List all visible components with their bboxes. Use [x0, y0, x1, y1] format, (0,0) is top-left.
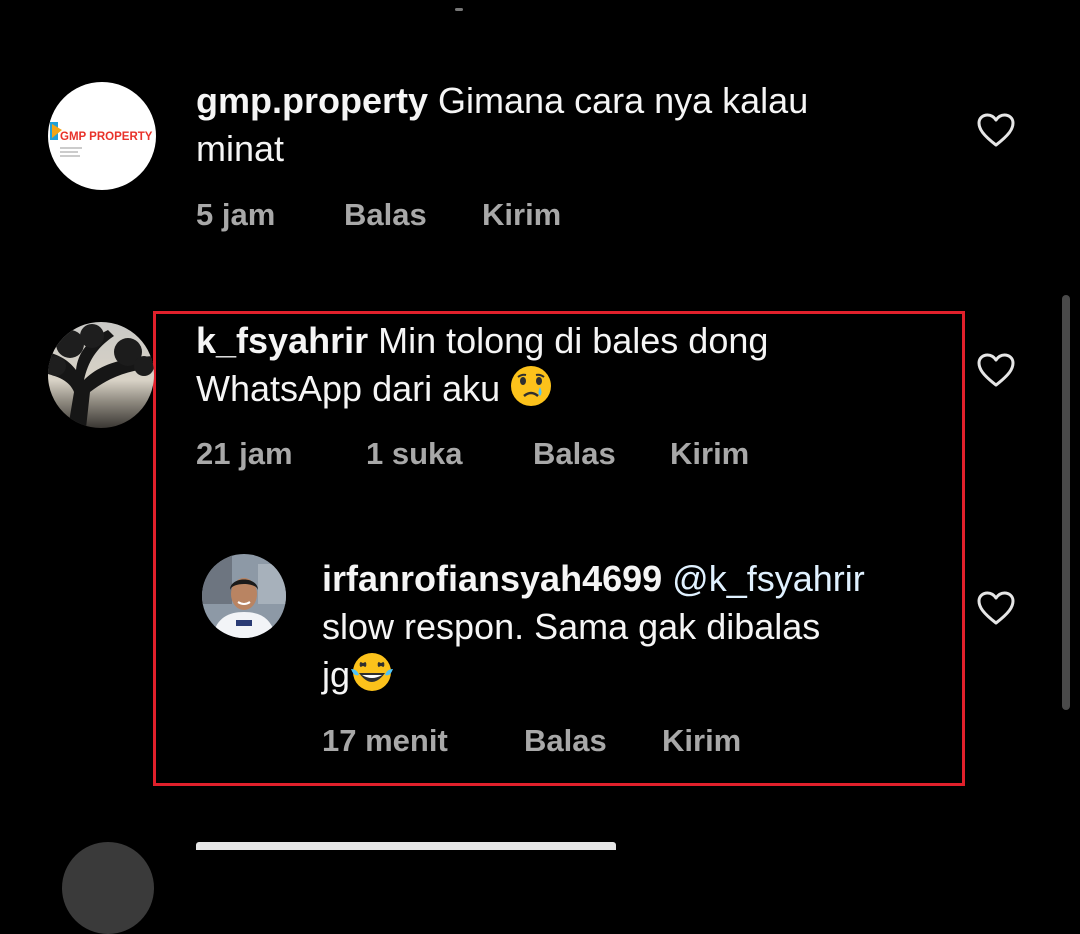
comment-text: slow respon. Sama gak dibalas: [322, 606, 821, 647]
comment-time: 5 jam: [196, 197, 276, 232]
send-button[interactable]: Kirim: [482, 197, 561, 233]
heart-outline-icon[interactable]: [977, 353, 1015, 387]
comment-username[interactable]: k_fsyahrir: [196, 320, 368, 361]
avatar-tree-photo: [48, 322, 154, 428]
comment-text-continued: jg: [322, 654, 351, 695]
comment-actions: 17 menit Balas Kirim: [322, 723, 741, 759]
comment-actions: 21 jam 1 suka Balas Kirim: [196, 436, 749, 472]
reply-button[interactable]: Balas: [344, 197, 482, 233]
comment-body: k_fsyahrir Min tolong di bales dong What…: [196, 317, 936, 413]
comment-time: 21 jam: [196, 436, 293, 471]
comment-text-continued: minat: [196, 128, 285, 169]
reply-button[interactable]: Balas: [533, 436, 670, 472]
comment-text: Gimana cara nya kalau: [438, 80, 809, 121]
avatar-partial[interactable]: [62, 842, 154, 934]
send-button[interactable]: Kirim: [670, 436, 749, 472]
laughing-tears-emoji: [350, 651, 394, 693]
comment-body: irfanrofiansyah4699 @k_fsyahrir slow res…: [322, 555, 942, 699]
gmp-logo-text: GMP PROPERTY: [60, 131, 153, 143]
gmp-logo-icon: GMP PROPERTY: [50, 122, 153, 157]
crying-face-emoji: [510, 365, 552, 407]
avatar-person-photo: [202, 554, 286, 638]
partial-comment-text: [196, 842, 756, 850]
scrollbar[interactable]: [1062, 295, 1070, 710]
comment-time: 17 menit: [322, 723, 448, 758]
avatar-k-fsyahrir[interactable]: [48, 322, 154, 428]
comment-username[interactable]: irfanrofiansyah4699: [322, 558, 662, 599]
avatar-irfanrofiansyah4699[interactable]: [202, 554, 286, 638]
comment-text-continued: WhatsApp dari aku: [196, 368, 501, 409]
comment-text: Min tolong di bales dong: [378, 320, 769, 361]
heart-outline-icon[interactable]: [977, 113, 1015, 147]
reply-button[interactable]: Balas: [524, 723, 662, 759]
sheet-drag-handle[interactable]: [455, 8, 463, 11]
mention-link[interactable]: @k_fsyahrir: [672, 558, 865, 599]
send-button[interactable]: Kirim: [662, 723, 741, 759]
heart-outline-icon[interactable]: [977, 591, 1015, 625]
comment-actions: 5 jam Balas Kirim: [196, 197, 561, 233]
comment-body: gmp.property Gimana cara nya kalau minat: [196, 77, 936, 173]
avatar-gmp-property[interactable]: GMP PROPERTY: [48, 82, 156, 190]
likes-count[interactable]: 1 suka: [366, 436, 533, 472]
comment-username[interactable]: gmp.property: [196, 80, 428, 121]
